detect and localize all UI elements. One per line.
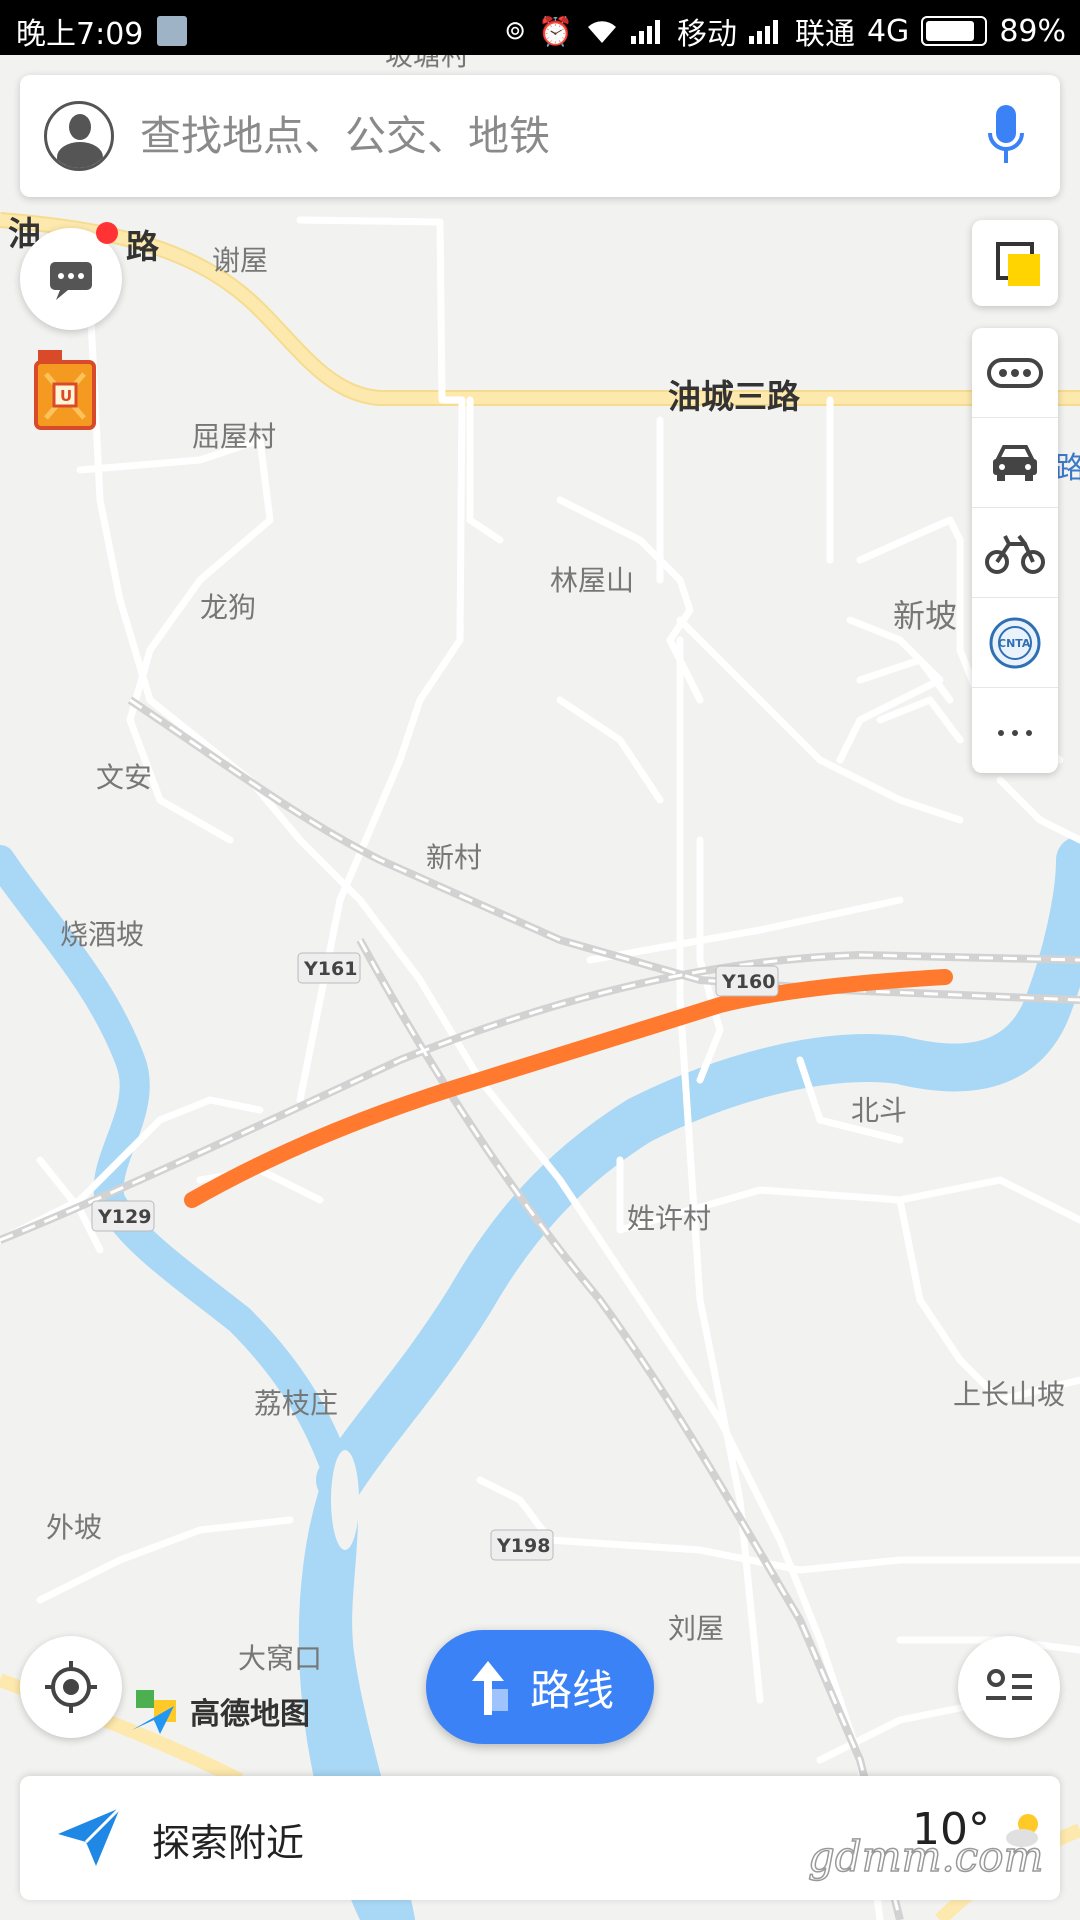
bike-button[interactable] (972, 508, 1058, 598)
svg-text:路: 路 (1055, 451, 1080, 486)
label-xingxucun: 姓许村 (627, 1202, 711, 1235)
status-time: 晚上7:09 (16, 17, 144, 52)
watermark: gdmm.com (807, 1831, 1044, 1882)
label-xiewu: 谢屋 (212, 244, 268, 277)
signal-icon-1 (630, 20, 660, 44)
label-beidou: 北斗 (851, 1094, 907, 1127)
traffic-button[interactable] (972, 328, 1058, 418)
explore-nearby-label: 探索附近 (152, 1821, 305, 1865)
svg-text:Y129: Y129 (97, 1206, 151, 1228)
shield-y161: Y161 (297, 952, 361, 984)
send-arrow-icon (58, 1806, 122, 1866)
microphone-icon[interactable] (986, 101, 1026, 171)
map-tools-panel: CNTA (972, 328, 1058, 773)
wifi-icon (587, 21, 616, 43)
svg-text:U: U (60, 387, 72, 405)
list-button[interactable] (958, 1636, 1060, 1738)
search-input[interactable] (138, 111, 986, 161)
svg-text:Y161: Y161 (303, 958, 357, 980)
route-button[interactable]: 路线 (426, 1630, 654, 1744)
amap-logo: 高德地图 (130, 1686, 310, 1736)
more-icon (998, 729, 1032, 736)
notification-icon (157, 16, 188, 46)
route-arrow-icon (471, 1661, 508, 1715)
amap-logo-text: 高德地图 (190, 1697, 310, 1732)
layers-button[interactable] (972, 220, 1058, 306)
label-shaojiupo: 烧酒坡 (60, 918, 144, 951)
battery-label: 89% (999, 13, 1066, 49)
carrier1-label: 移动 (676, 17, 737, 52)
label-linwushan: 林屋山 (550, 564, 634, 597)
bike-icon (985, 534, 1045, 574)
status-bar: 晚上7:09 ⊚ ⏰ 移动 联通 4G 89% (0, 0, 1080, 55)
label-shangchangshanpo: 上长山坡 (953, 1378, 1065, 1411)
more-button[interactable] (972, 688, 1058, 777)
route-button-label: 路线 (529, 1665, 614, 1715)
traffic-icon (987, 357, 1043, 388)
svg-text:Y160: Y160 (721, 971, 775, 993)
taxi-button[interactable] (972, 418, 1058, 508)
locate-button[interactable] (20, 1636, 122, 1738)
list-icon (986, 1669, 1032, 1700)
label-left-road-b: 路 (126, 227, 160, 266)
label-liuwu: 刘屋 (668, 1612, 724, 1645)
carrier2-label: 联通 (794, 17, 855, 52)
search-bar[interactable] (20, 75, 1060, 197)
amap-logo-icon (132, 1690, 176, 1734)
network-label: 4G (866, 13, 910, 49)
hotspot-icon: ⊚ (504, 16, 527, 46)
alarm-icon: ⏰ (538, 14, 573, 48)
label-lizhizhuang: 荔枝庄 (254, 1387, 338, 1420)
locate-icon (45, 1661, 97, 1713)
label-wenan: 文安 (96, 761, 152, 794)
label-youcheng-road3: 油城三路 (668, 377, 801, 416)
svg-text:Y198: Y198 (496, 1535, 550, 1557)
svg-text:CNTA: CNTA (998, 637, 1031, 650)
shield-y198: Y198 (490, 1529, 554, 1561)
label-quwucun: 屈屋村 (192, 420, 276, 453)
tourism-button[interactable]: CNTA (972, 598, 1058, 688)
label-xincun: 新村 (426, 841, 482, 874)
message-button[interactable] (20, 222, 122, 330)
river-island (331, 1450, 359, 1550)
message-badge (96, 222, 118, 244)
label-xinpo: 新坡 (893, 597, 957, 635)
tourism-icon: CNTA (989, 617, 1041, 668)
label-dawokou: 大窝口 (238, 1642, 322, 1675)
label-longgou: 龙狗 (200, 591, 256, 624)
signal-icon-2 (748, 20, 778, 44)
taxi-icon (993, 444, 1037, 481)
avatar-icon[interactable] (44, 101, 114, 171)
battery-icon (921, 16, 988, 46)
gas-station-icon[interactable]: U (34, 348, 98, 430)
shield-y160: Y160 (715, 965, 779, 997)
label-waipo: 外坡 (46, 1511, 102, 1544)
layers-icon (996, 242, 1040, 286)
shield-y129: Y129 (91, 1200, 155, 1232)
